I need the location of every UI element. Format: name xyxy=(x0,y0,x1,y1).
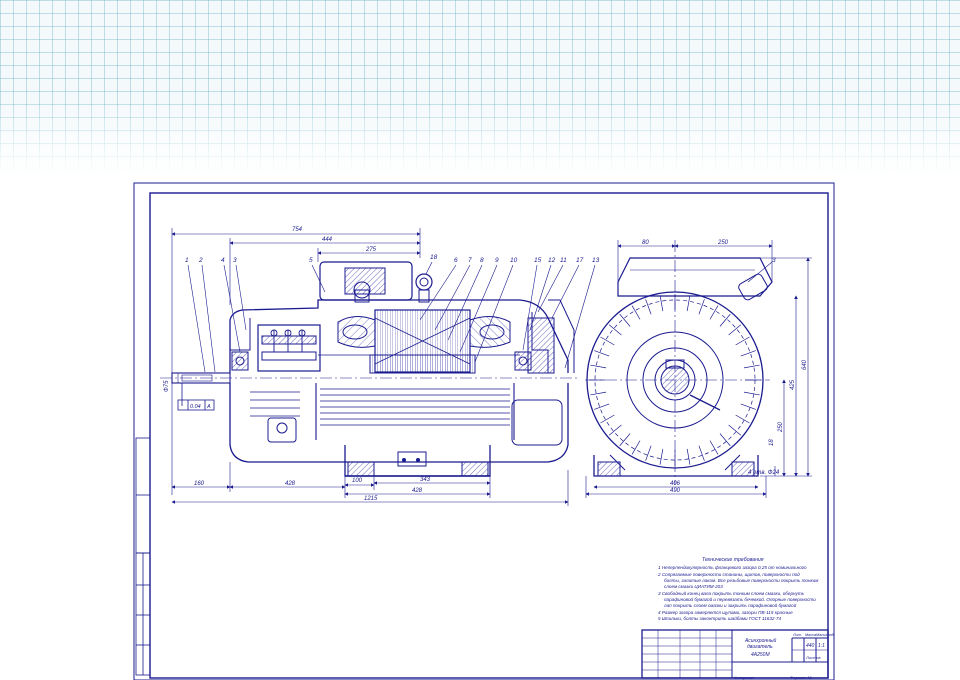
dim-640: 640 xyxy=(802,359,808,370)
notes-line-8: 4 Размер зазора замеряется щупами, зазор… xyxy=(658,610,793,615)
sheets-label: Листов xyxy=(805,655,821,660)
dim-250: 250 xyxy=(717,240,729,246)
dim-428b: 428 xyxy=(412,488,423,494)
callout-6: 6 xyxy=(454,257,458,264)
dim-holes: 4 отв. Ф24 xyxy=(748,470,780,476)
dim-425: 425 xyxy=(790,379,796,390)
dim-250v: 250 xyxy=(778,421,784,433)
dim-1215: 1215 xyxy=(364,496,378,502)
dim-428: 428 xyxy=(285,481,296,487)
notes-line-4: слоем смазки ЦИАТИМ-203 xyxy=(664,584,723,589)
format-label: Формат А1 xyxy=(790,675,812,680)
dim-343: 343 xyxy=(420,477,431,483)
callout-10: 10 xyxy=(510,257,518,264)
tolerance-value: 0.04 xyxy=(190,404,201,410)
callout-1: 1 xyxy=(185,257,189,264)
dim-shaft-dia: Ф75 xyxy=(164,380,170,392)
dim-100: 100 xyxy=(352,478,363,484)
col-scale: Масштаб xyxy=(816,633,835,637)
dim-80: 80 xyxy=(642,240,649,246)
copied-label: Копировал xyxy=(734,675,755,680)
callout-18: 18 xyxy=(430,254,438,261)
product-name-line2: двигатель xyxy=(747,644,773,650)
callout-2: 2 xyxy=(198,257,203,264)
callout-15: 15 xyxy=(534,257,542,264)
notes-line-7: лап покрыть слоем смазки и закрыть параф… xyxy=(663,602,797,608)
mass-value: 440 xyxy=(806,643,815,649)
col-mass: Масса xyxy=(805,633,816,637)
tolerance-datum: A xyxy=(206,404,211,410)
callout-17: 17 xyxy=(576,257,584,264)
callout-7: 7 xyxy=(468,257,472,264)
callout-11: 11 xyxy=(560,257,567,264)
callout-13: 13 xyxy=(592,257,600,264)
notes-line-3: болты, залитые лаком. Все резьбовые пове… xyxy=(664,578,819,583)
callout-9: 9 xyxy=(495,257,499,264)
engineering-drawing: 754 444 275 160 428 100 343 428 1215 80 … xyxy=(133,182,835,680)
notes-line-1: 1 Неперпендикулярность фланцевого зазора… xyxy=(658,565,807,570)
terminal-box xyxy=(257,324,321,372)
notes-line-6: парафиновой бумагой и перевязать бечевко… xyxy=(664,596,816,602)
callout-3: 3 xyxy=(233,257,237,264)
callout-end-view: 3 xyxy=(772,257,776,264)
product-model: 4А250М xyxy=(751,652,770,658)
notes-line-5: 3 Свободный конец вала покрыть тонким сл… xyxy=(658,590,805,596)
callout-5: 5 xyxy=(309,257,313,264)
callout-8: 8 xyxy=(480,257,484,264)
dim-444: 444 xyxy=(322,237,333,243)
col-lit: Лит. xyxy=(792,633,802,637)
dim-160: 160 xyxy=(194,481,205,487)
dim-754: 754 xyxy=(292,227,303,233)
scale-value: 1:1 xyxy=(818,643,825,649)
notes-line-9: 5 Шпильки, болты законтрить шайбами ГОСТ… xyxy=(658,615,782,621)
callout-4: 4 xyxy=(221,257,225,264)
notes-line-2: 2 Сопрягаемые поверхности станины, щитов… xyxy=(657,572,800,577)
callout-12: 12 xyxy=(548,257,556,264)
dim-18: 18 xyxy=(769,439,775,446)
product-name-line1: Асинхронный xyxy=(744,637,777,644)
dim-406: 406 xyxy=(670,481,681,487)
notes-title: Технические требования xyxy=(702,557,764,563)
dim-490: 490 xyxy=(670,488,681,494)
dim-275: 275 xyxy=(365,247,377,253)
